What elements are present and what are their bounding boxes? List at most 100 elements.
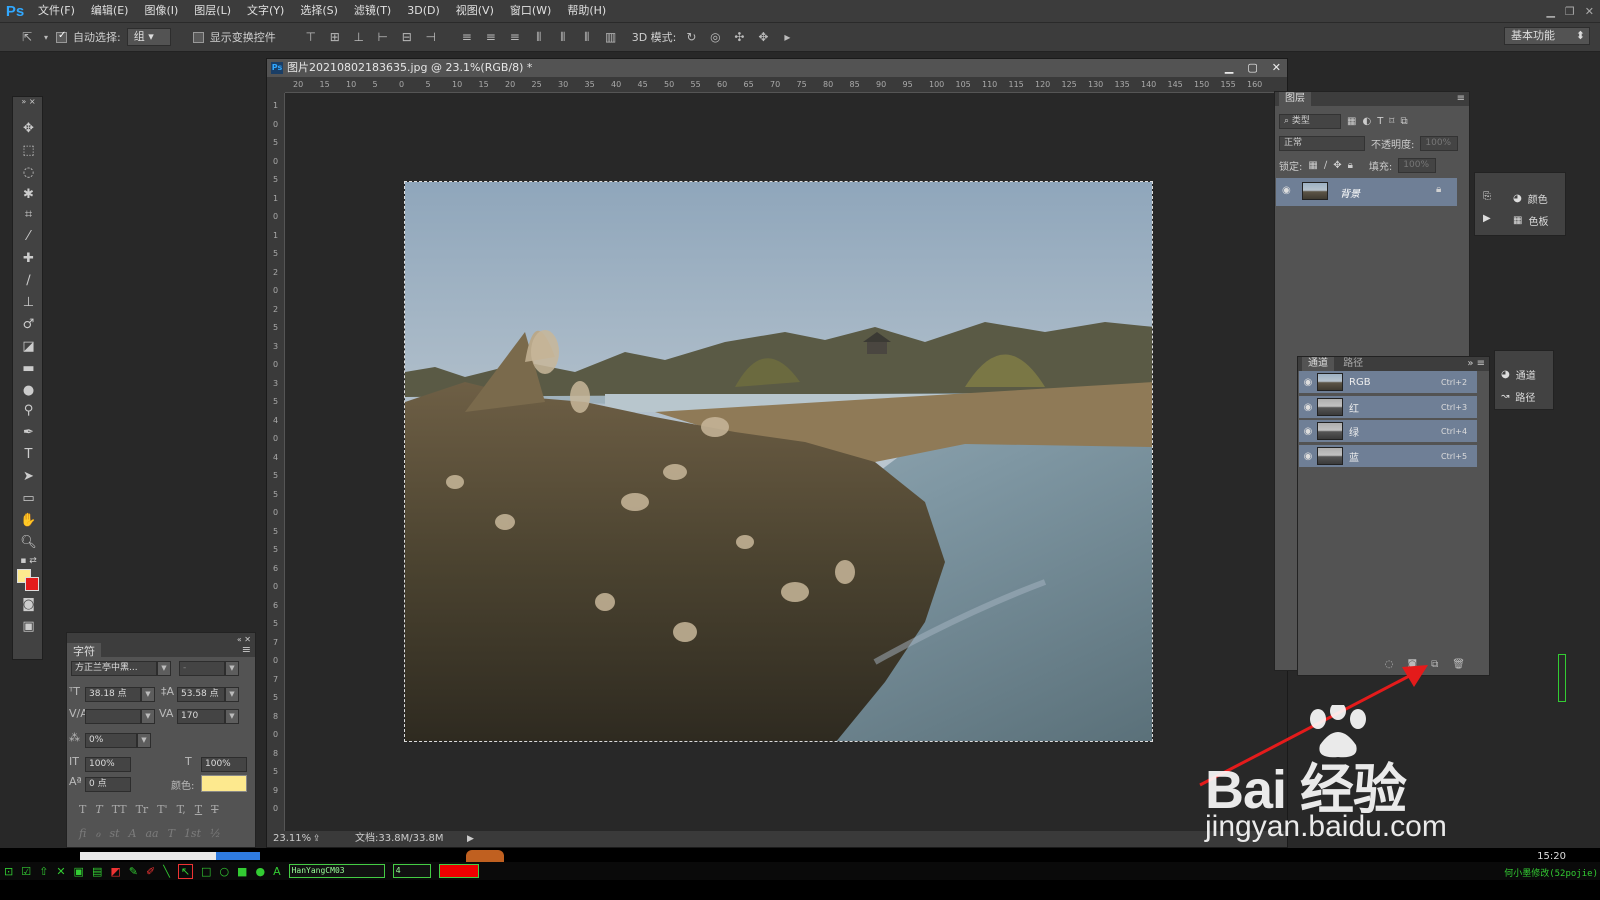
menu-file[interactable]: 文件(F) (30, 0, 83, 22)
photo-canvas[interactable] (404, 181, 1153, 742)
tab-character[interactable]: 字符 (67, 643, 101, 659)
marquee-tool-icon[interactable]: ⬚ (13, 141, 44, 161)
3d-scale-icon[interactable]: ▸ (778, 28, 796, 46)
text-tool-icon[interactable]: A (273, 865, 281, 878)
taskbar-item[interactable] (80, 852, 216, 860)
distribute-top-icon[interactable]: ≡ (458, 28, 476, 46)
gradient-tool-icon[interactable]: ▬ (13, 359, 44, 379)
chevron-down-icon[interactable]: ▼ (141, 687, 155, 702)
paths-panel-button[interactable]: ↝ 路径 (1501, 389, 1535, 404)
shape-tool-icon[interactable]: ▭ (13, 489, 44, 509)
layer-filter-dropdown[interactable]: ⌕ 类型 (1279, 113, 1341, 129)
toolbox-grip-icon[interactable]: » × (13, 97, 44, 107)
discretionary-ligatures-button[interactable]: st (109, 827, 119, 840)
tab-channels[interactable]: 通道 (1302, 357, 1334, 371)
3d-rotate-icon[interactable]: ↻ (682, 28, 700, 46)
doc-maximize-icon[interactable]: ▢ (1247, 59, 1257, 77)
menu-window[interactable]: 窗口(W) (502, 0, 559, 22)
tab-paths[interactable]: 路径 (1337, 357, 1370, 371)
visibility-eye-icon[interactable]: ◉ (1299, 377, 1317, 388)
baseline-shift-field[interactable]: 0 点 (85, 777, 131, 792)
menu-layer[interactable]: 图层(L) (186, 0, 239, 22)
fill-field[interactable]: 100% (1398, 157, 1437, 173)
lock-brush-icon[interactable]: ∕ (1324, 160, 1327, 171)
lock-all-icon[interactable]: 🔒︎ (1348, 160, 1353, 171)
panel-menu-icon[interactable]: ≡ (1457, 92, 1469, 106)
visibility-eye-icon[interactable]: ◉ (1299, 426, 1317, 437)
font-size-field[interactable]: 38.18 点 (85, 687, 141, 702)
filter-smart-icon[interactable]: ⧉ (1400, 116, 1407, 127)
move-tool-icon[interactable]: ✥ (13, 119, 44, 139)
history-brush-icon[interactable]: ♂ (13, 315, 44, 335)
healing-brush-icon[interactable]: ✚ (13, 249, 44, 269)
open-icon[interactable]: ▤ (92, 865, 102, 878)
align-top-icon[interactable]: ⊤ (302, 28, 320, 46)
doc-close-icon[interactable]: ✕ (1272, 59, 1281, 77)
vertical-ruler[interactable]: 105051015202530354045505560657075808590 (267, 93, 285, 831)
document-title-bar[interactable]: 图片20210802183635.jpg @ 23.1%(RGB/8) * (267, 59, 1287, 77)
superscript-button[interactable]: T' (157, 803, 167, 816)
contextual-alternates-button[interactable]: ℴ (95, 827, 100, 840)
filled-rect-icon[interactable]: ■ (237, 865, 247, 878)
workspace-dropdown[interactable]: 基本功能 ⬍ (1504, 27, 1590, 45)
chevron-down-icon[interactable]: ▼ (137, 733, 151, 748)
chevron-down-icon[interactable]: ▼ (225, 709, 239, 724)
pen-color-dropdown[interactable] (438, 864, 479, 878)
crop-tool-icon[interactable]: ⌗ (13, 205, 44, 225)
blend-mode-dropdown[interactable]: 正常 (1279, 135, 1365, 151)
restore-icon[interactable]: ❐ (1565, 5, 1575, 18)
show-transform-checkbox[interactable] (192, 31, 204, 43)
close-icon[interactable]: ✕ (56, 865, 65, 878)
channels-panel-button[interactable]: ◕ 通道 (1501, 367, 1536, 382)
align-right-icon[interactable]: ⊣ (422, 28, 440, 46)
kerning-field[interactable] (85, 709, 141, 724)
align-bottom-icon[interactable]: ⊥ (350, 28, 368, 46)
filter-adjust-icon[interactable]: ◐ (1362, 116, 1371, 127)
align-hcenter-icon[interactable]: ⊟ (398, 28, 416, 46)
rectangle-icon[interactable]: □ (201, 865, 211, 878)
channel-row-red[interactable]: ◉ 红 Ctrl+3 (1299, 396, 1477, 419)
menu-edit[interactable]: 编辑(E) (83, 0, 137, 22)
arrow-tool-icon[interactable]: ↖ (177, 863, 194, 879)
ligatures-button[interactable]: fi (79, 827, 86, 840)
taskbar-item[interactable] (216, 852, 260, 860)
channel-row-rgb[interactable]: ◉ RGB Ctrl+2 (1299, 371, 1477, 394)
delete-channel-icon[interactable]: 🗑︎ (1452, 659, 1465, 670)
stylistic-alternates-button[interactable]: aa (145, 827, 158, 840)
pencil-icon[interactable]: ✎ (129, 865, 138, 878)
ordinals-button[interactable]: 1st (184, 827, 201, 840)
eraser-icon[interactable]: ◩ (110, 865, 120, 878)
all-caps-button[interactable]: TT (112, 803, 127, 816)
visibility-eye-icon[interactable]: ◉ (1299, 402, 1317, 413)
color-panel-button[interactable]: ◕ 颜色 (1513, 191, 1548, 206)
menu-type[interactable]: 文字(Y) (239, 0, 292, 22)
chevron-down-icon[interactable]: ▼ (157, 661, 171, 676)
fractions-button[interactable]: ½ (210, 827, 221, 840)
horizontal-ruler[interactable]: 20 15 10 5 0 5 10 15 20 25 30 35 40 45 50 55 60 65 70 75 80 8… (285, 77, 1287, 93)
distribute-vcenter-icon[interactable]: ≡ (482, 28, 500, 46)
status-menu-icon[interactable]: ▶ (467, 831, 474, 847)
small-caps-button[interactable]: Tr (136, 803, 149, 816)
auto-align-icon[interactable]: ▥ (602, 28, 620, 46)
check-icon[interactable]: ☑ (21, 865, 31, 878)
ruler-origin[interactable] (267, 77, 285, 93)
swatches-panel-button[interactable]: ▦ 色板 (1513, 213, 1548, 228)
faux-bold-button[interactable]: T (79, 803, 86, 816)
blur-tool-icon[interactable]: ● (13, 381, 44, 401)
faux-italic-button[interactable]: T (95, 803, 102, 816)
distribute-bottom-icon[interactable]: ≡ (506, 28, 524, 46)
menu-filter[interactable]: 滤镜(T) (346, 0, 399, 22)
filter-pixel-icon[interactable]: ▦ (1347, 116, 1356, 127)
horizontal-scale-field[interactable]: 100% (201, 757, 247, 772)
actions-play-icon[interactable]: ▶ (1483, 213, 1491, 224)
menu-image[interactable]: 图像(I) (136, 0, 186, 22)
channel-row-blue[interactable]: ◉ 蓝 Ctrl+5 (1299, 445, 1477, 468)
magic-wand-icon[interactable]: ✱ (13, 185, 44, 205)
leading-field[interactable]: 53.58 点 (177, 687, 225, 702)
save-icon[interactable]: ▣ (74, 865, 84, 878)
text-color-swatch[interactable] (201, 775, 247, 792)
chevron-down-icon[interactable]: ▼ (141, 709, 155, 724)
layer-name[interactable]: 背景 (1340, 185, 1360, 200)
share-icon[interactable]: ⇪ (313, 831, 321, 847)
screen-mode-icon[interactable]: ▣ (13, 617, 44, 637)
